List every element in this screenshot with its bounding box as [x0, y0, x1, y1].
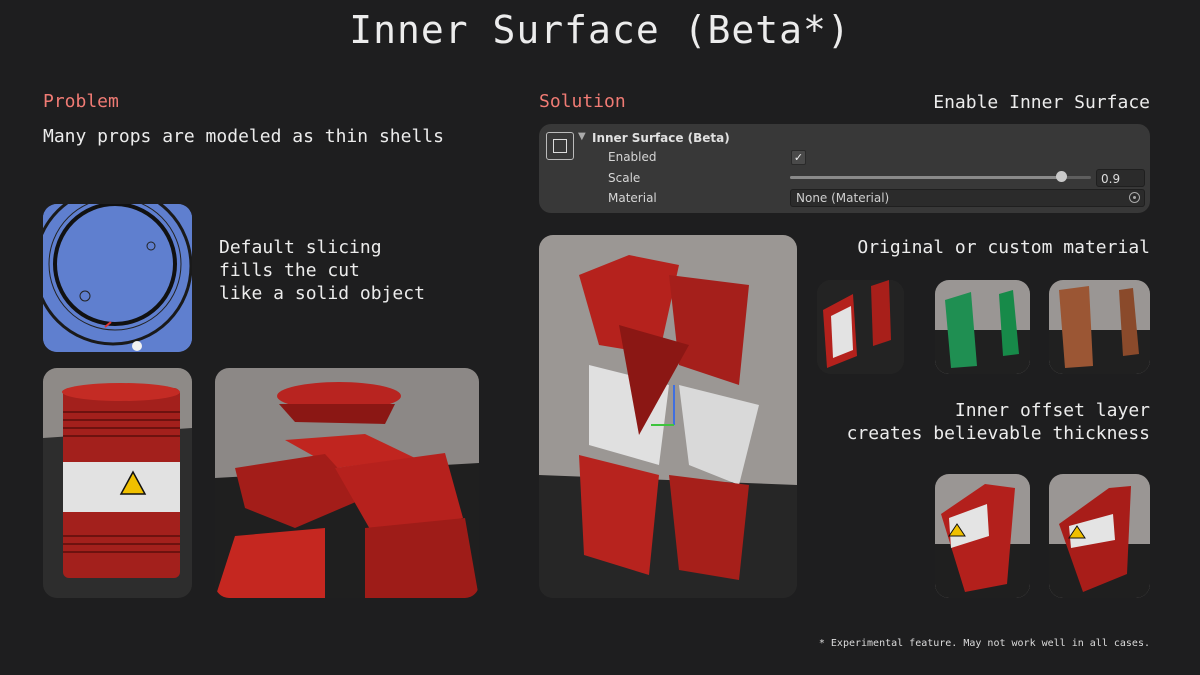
- material-caption: Original or custom material: [857, 237, 1150, 258]
- scale-value-field[interactable]: 0.9: [1096, 169, 1145, 187]
- inner-surface-slice-image: [539, 235, 797, 598]
- object-picker-icon[interactable]: [1129, 192, 1140, 203]
- problem-subtitle: Many props are modeled as thin shells: [43, 126, 444, 147]
- material-value: None (Material): [796, 191, 890, 205]
- inner-surface-icon: [546, 132, 574, 160]
- rusty-material-image: [1049, 280, 1150, 374]
- default-slicing-caption: Default slicing fills the cut like a sol…: [219, 237, 425, 304]
- offset-layer-image-2: [1049, 474, 1150, 598]
- material-label: Material: [608, 191, 657, 205]
- inspector-header[interactable]: Inner Surface (Beta): [592, 131, 730, 145]
- enabled-label: Enabled: [608, 150, 657, 164]
- scale-label: Scale: [608, 171, 641, 185]
- scale-slider-fill: [790, 176, 1061, 179]
- original-material-image: [817, 280, 904, 374]
- problem-label: Problem: [43, 91, 119, 112]
- foldout-arrow-icon[interactable]: ▼: [578, 131, 586, 142]
- inspector-panel: ▼ Inner Surface (Beta) Enabled ✓ Scale 0…: [539, 124, 1150, 213]
- solid-slice-image: [215, 368, 479, 598]
- material-field[interactable]: None (Material): [790, 189, 1145, 207]
- page-title: Inner Surface (Beta*): [349, 8, 851, 52]
- offset-caption: Inner offset layer creates believable th…: [846, 400, 1150, 444]
- solution-label: Solution: [539, 91, 626, 112]
- enable-caption: Enable Inner Surface: [933, 92, 1150, 113]
- barrel-image: [43, 368, 192, 598]
- offset-layer-image-1: [935, 474, 1030, 598]
- shell-wireframe-image: [43, 204, 192, 352]
- enabled-checkbox[interactable]: ✓: [791, 150, 806, 165]
- scale-slider-handle[interactable]: [1055, 171, 1067, 182]
- green-material-image: [935, 280, 1030, 374]
- footnote: * Experimental feature. May not work wel…: [818, 638, 1150, 649]
